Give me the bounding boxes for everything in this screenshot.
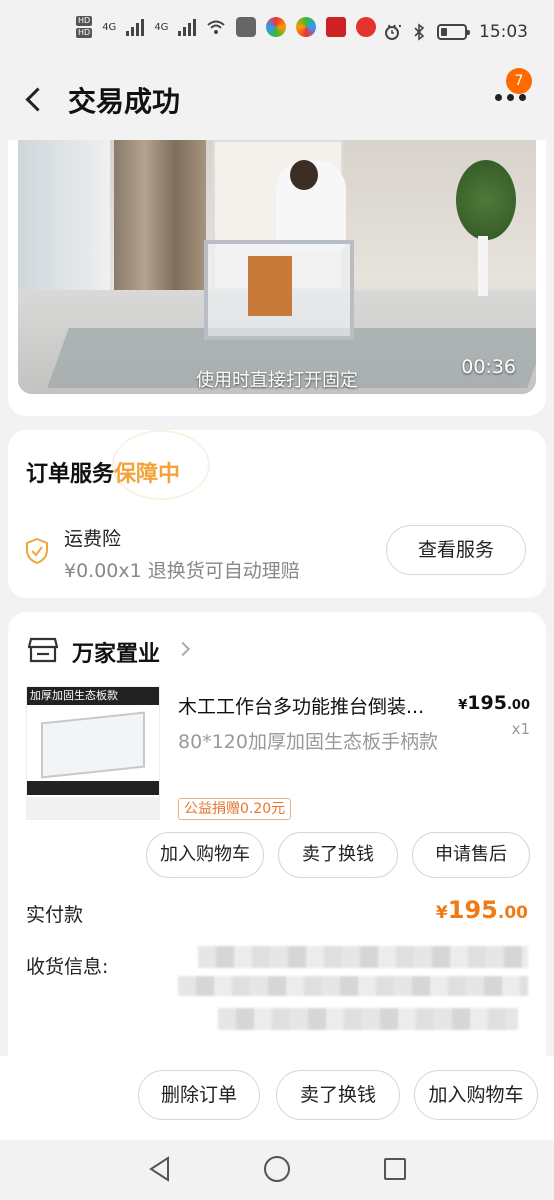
network-label-1: 4G <box>102 21 117 33</box>
add-to-cart-button-bottom[interactable]: 加入购物车 <box>414 1070 538 1120</box>
add-to-cart-button[interactable]: 加入购物车 <box>146 832 264 878</box>
after-sale-button[interactable]: 申请售后 <box>412 832 530 878</box>
video-scene-board <box>248 256 292 316</box>
bottom-action-bar: 删除订单 卖了换钱 加入购物车 <box>0 1056 554 1140</box>
alarm-icon <box>385 26 399 40</box>
service-title: 订单服务保障中 <box>26 456 180 488</box>
product-video[interactable]: 使用时直接打开固定 00:36 <box>18 140 536 394</box>
app-notification-icon <box>296 17 317 37</box>
signal-icon <box>178 18 197 36</box>
delete-order-button[interactable]: 删除订单 <box>138 1070 260 1120</box>
address-redacted <box>218 1008 518 1030</box>
message-count-badge: 7 <box>506 68 532 94</box>
resell-button-bottom[interactable]: 卖了换钱 <box>276 1070 400 1120</box>
video-card: 使用时直接打开固定 00:36 <box>8 140 546 416</box>
product-quantity: x1 <box>511 720 530 738</box>
signal-icon <box>126 18 145 36</box>
page-title: 交易成功 <box>68 85 181 118</box>
charity-badge: 公益捐赠0.20元 <box>178 798 292 820</box>
video-scene-plant <box>456 160 516 240</box>
paid-amount-label: 实付款 <box>26 904 84 926</box>
shield-icon <box>26 538 48 564</box>
weibo-icon <box>356 17 377 37</box>
status-time: 15:03 <box>479 22 528 42</box>
product-image-thumbs <box>27 797 159 819</box>
address-redacted <box>178 976 528 996</box>
address-label: 收货信息: <box>26 956 109 978</box>
app-notification-icon <box>266 17 287 37</box>
video-scene-curtain <box>114 140 206 290</box>
price-decimal: .00 <box>506 698 530 713</box>
product-image-table <box>41 711 145 779</box>
more-options-icon[interactable] <box>495 94 526 101</box>
insurance-name: 运费险 <box>64 528 122 550</box>
price-symbol: ¥ <box>458 698 468 713</box>
app-notification-icon <box>236 17 257 37</box>
service-title-text: 订单服务 <box>26 462 115 487</box>
resell-button[interactable]: 卖了换钱 <box>278 832 398 878</box>
app-notification-icon <box>326 17 347 37</box>
store-name[interactable]: 万家置业 <box>72 636 160 668</box>
price-main: 195 <box>467 692 507 714</box>
product-spec: 80*120加厚加固生态板手柄款 <box>178 731 438 753</box>
product-title[interactable]: 木工工作台多功能推台倒装... <box>178 692 448 719</box>
product-image-band <box>27 781 159 795</box>
status-left-icons: HD HD 4G 4G ··· <box>76 16 403 38</box>
insurance-description: ¥0.00x1 退换货可自动理赔 <box>64 560 300 582</box>
product-image-tag: 加厚加固生态板款 <box>27 687 159 705</box>
nav-recents-icon[interactable] <box>384 1158 406 1180</box>
bluetooth-icon <box>414 23 425 41</box>
hd-icon: HD HD <box>76 16 93 38</box>
paid-amount-value: ¥195.00 <box>436 896 528 924</box>
chevron-right-icon[interactable] <box>175 641 191 657</box>
product-image[interactable]: 加厚加固生态板款 <box>26 686 160 820</box>
service-status: 保障中 <box>114 462 181 487</box>
product-price: ¥195.00 <box>458 692 530 714</box>
view-service-button[interactable]: 查看服务 <box>386 525 526 575</box>
status-bar: HD HD 4G 4G ··· 15:03 <box>0 0 554 64</box>
store-icon <box>28 637 58 663</box>
video-scene-head <box>290 160 318 190</box>
status-right-icons: 15:03 <box>383 22 528 42</box>
battery-icon <box>437 24 470 40</box>
video-caption: 使用时直接打开固定 <box>196 370 358 391</box>
paid-decimal: .00 <box>497 903 528 923</box>
system-nav-bar <box>0 1140 554 1200</box>
back-arrow-icon[interactable] <box>22 84 48 114</box>
paid-main: 195 <box>447 896 498 924</box>
address-redacted <box>198 946 528 968</box>
video-duration: 00:36 <box>461 356 516 378</box>
wifi-icon <box>207 20 226 34</box>
order-service-card: 订单服务保障中 运费险 ¥0.00x1 退换货可自动理赔 查看服务 <box>8 430 546 598</box>
order-card: 万家置业 加厚加固生态板款 木工工作台多功能推台倒装... ¥195.00 x1… <box>8 612 546 1072</box>
video-scene-window <box>18 140 110 290</box>
page-header: 交易成功 7 <box>0 64 554 134</box>
video-scene-stand <box>478 236 488 296</box>
nav-home-icon[interactable] <box>264 1156 290 1182</box>
paid-symbol: ¥ <box>435 903 448 923</box>
network-label-2: 4G <box>154 21 169 33</box>
nav-back-icon[interactable] <box>148 1156 172 1182</box>
